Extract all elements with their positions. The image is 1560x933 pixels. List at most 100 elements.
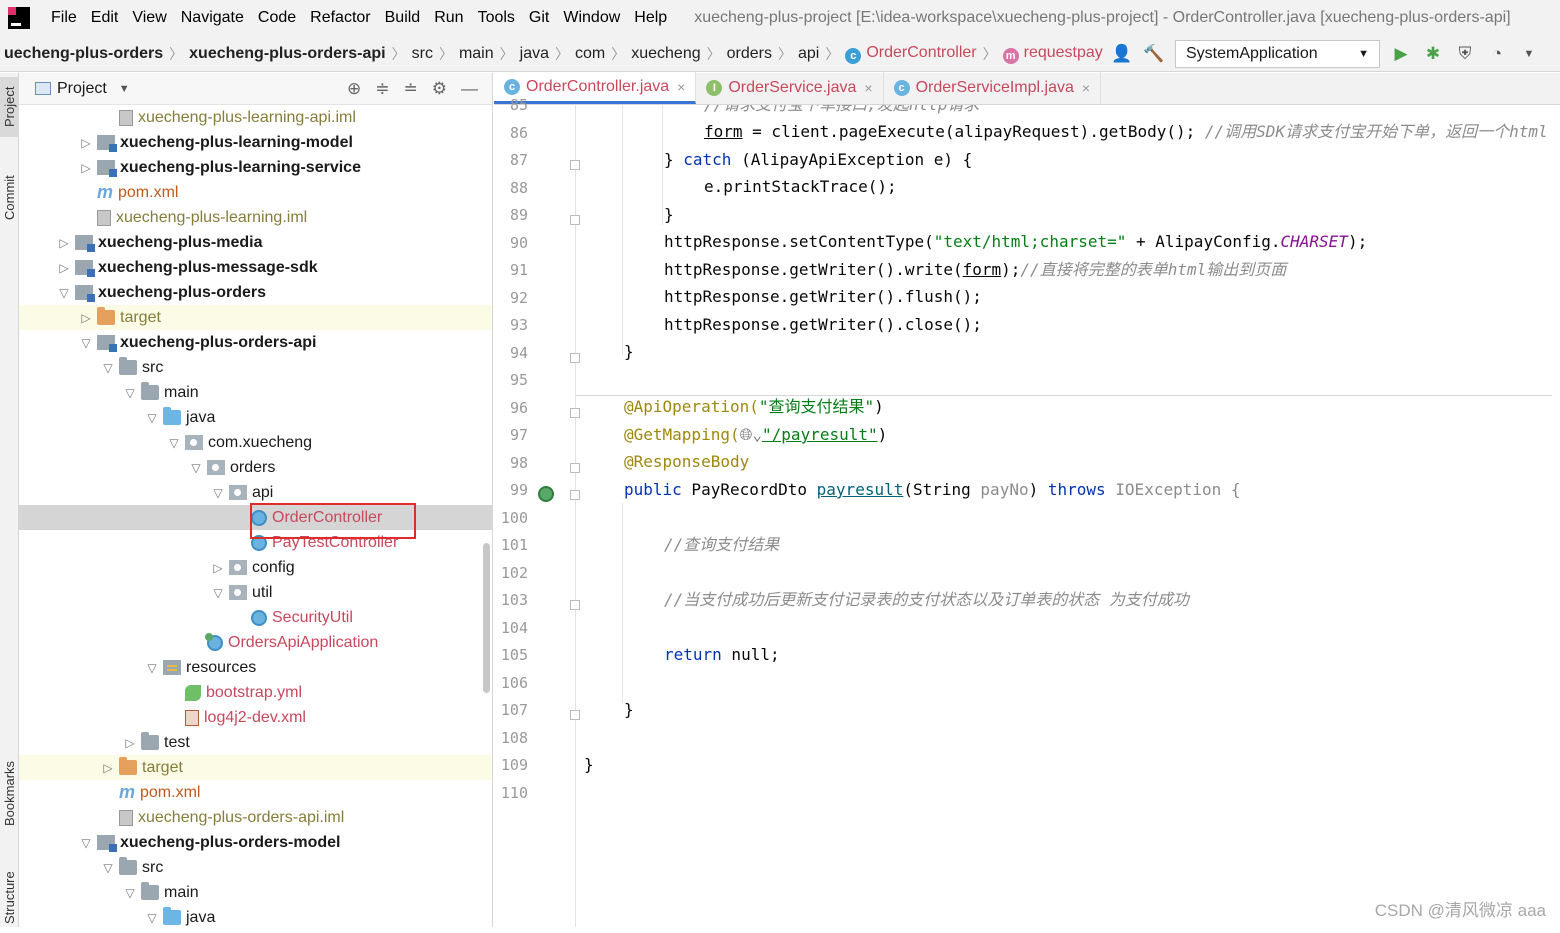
code-area[interactable]: //请求支付宝下单接口,发起http请求 form = client.pageE… bbox=[576, 105, 1560, 927]
tree-item[interactable]: ▷ config bbox=[19, 555, 492, 580]
breadcrumb-item[interactable]: xuecheng-plus-orders-api bbox=[185, 45, 389, 63]
breadcrumb-item[interactable]: xuecheng bbox=[627, 45, 704, 63]
close-icon[interactable]: × bbox=[864, 80, 872, 96]
tree-item[interactable]: ▷ xuecheng-plus-learning-model bbox=[19, 130, 492, 155]
collapse-all-icon[interactable]: ≐ bbox=[404, 79, 418, 99]
menu-edit[interactable]: Edit bbox=[84, 9, 126, 27]
chevron-down-icon[interactable]: ▽ bbox=[185, 461, 207, 475]
tab-bookmarks[interactable]: Bookmarks bbox=[0, 753, 19, 833]
tree-item[interactable]: ▽ xuecheng-plus-orders-api bbox=[19, 330, 492, 355]
chevron-down-icon[interactable]: ▽ bbox=[75, 336, 97, 350]
tree-item[interactable]: ▽ src bbox=[19, 855, 492, 880]
chevron-down-icon[interactable]: ▽ bbox=[119, 386, 141, 400]
menu-help[interactable]: Help bbox=[627, 9, 674, 27]
tab-project[interactable]: Project bbox=[0, 77, 19, 137]
hide-icon[interactable]: — bbox=[461, 79, 478, 99]
project-panel-title[interactable]: Project bbox=[57, 80, 107, 98]
chevron-down-icon[interactable]: ▽ bbox=[207, 586, 229, 600]
breadcrumb-item[interactable]: java bbox=[516, 45, 553, 63]
tab-order-service[interactable]: I OrderService.java × bbox=[696, 72, 884, 104]
tree-item[interactable]: ▽ util bbox=[19, 580, 492, 605]
chevron-right-icon[interactable]: ▷ bbox=[75, 311, 97, 325]
menu-build[interactable]: Build bbox=[378, 9, 428, 27]
request-mapping-icon[interactable] bbox=[538, 486, 554, 502]
tree-item[interactable]: ▽ xuecheng-plus-orders-model bbox=[19, 830, 492, 855]
more-chevron-icon[interactable]: ▼ bbox=[1518, 43, 1540, 65]
tree-item[interactable]: ▽ java bbox=[19, 405, 492, 430]
chevron-right-icon[interactable]: ▷ bbox=[119, 736, 141, 750]
tree-item[interactable]: ▽ java bbox=[19, 905, 492, 927]
profile-icon[interactable]: ◔ bbox=[1486, 43, 1508, 65]
chevron-down-icon[interactable]: ▽ bbox=[141, 911, 163, 925]
chevron-down-icon[interactable]: ▽ bbox=[75, 836, 97, 850]
tree-item[interactable]: ▷ target bbox=[19, 305, 492, 330]
locate-icon[interactable]: ⊕ bbox=[347, 79, 361, 99]
chevron-down-icon[interactable]: ▽ bbox=[141, 411, 163, 425]
tab-structure[interactable]: Structure bbox=[0, 863, 19, 933]
tree-item[interactable]: ▷ xuecheng-plus-learning-service bbox=[19, 155, 492, 180]
chevron-right-icon[interactable]: ▷ bbox=[53, 236, 75, 250]
close-icon[interactable]: × bbox=[1082, 80, 1090, 96]
chevron-down-icon[interactable]: ▽ bbox=[141, 661, 163, 675]
tree-item[interactable]: log4j2-dev.xml bbox=[19, 705, 492, 730]
breadcrumb-item[interactable]: orders bbox=[723, 45, 776, 63]
scrollbar[interactable] bbox=[483, 543, 490, 693]
tree-item[interactable]: xuecheng-plus-orders-api.iml bbox=[19, 805, 492, 830]
close-icon[interactable]: × bbox=[677, 79, 685, 95]
menu-navigate[interactable]: Navigate bbox=[174, 9, 251, 27]
tree-item[interactable]: SecurityUtil bbox=[19, 605, 492, 630]
tree-item[interactable]: OrdersApiApplication bbox=[19, 630, 492, 655]
tree-item[interactable]: ▽ src bbox=[19, 355, 492, 380]
tree-item[interactable]: ▽ resources bbox=[19, 655, 492, 680]
tree-item[interactable]: ▽ api bbox=[19, 480, 492, 505]
tree-item[interactable]: ▽ main bbox=[19, 880, 492, 905]
menu-git[interactable]: Git bbox=[522, 9, 556, 27]
user-icon[interactable]: 👤 bbox=[1111, 43, 1133, 65]
tree-item[interactable]: bootstrap.yml bbox=[19, 680, 492, 705]
chevron-down-icon[interactable]: ▼ bbox=[119, 83, 130, 95]
chevron-down-icon[interactable]: ▽ bbox=[97, 361, 119, 375]
breadcrumb-item[interactable]: uecheng-plus-orders bbox=[0, 45, 167, 63]
breadcrumb-item[interactable]: com bbox=[571, 45, 609, 63]
chevron-down-icon[interactable]: ▽ bbox=[119, 886, 141, 900]
tree-item[interactable]: ▽ main bbox=[19, 380, 492, 405]
chevron-right-icon[interactable]: ▷ bbox=[53, 261, 75, 275]
breadcrumb-item[interactable]: src bbox=[408, 45, 437, 63]
expand-all-icon[interactable]: ≑ bbox=[375, 79, 389, 99]
menu-file[interactable]: File bbox=[44, 9, 84, 27]
tree-item[interactable]: xuecheng-plus-learning.iml bbox=[19, 205, 492, 230]
gear-icon[interactable]: ⚙ bbox=[432, 79, 447, 99]
menu-window[interactable]: Window bbox=[556, 9, 627, 27]
globe-icon[interactable]: 🌐︎⌄ bbox=[740, 425, 762, 444]
run-icon[interactable]: ▶ bbox=[1390, 43, 1412, 65]
chevron-down-icon[interactable]: ▽ bbox=[97, 861, 119, 875]
tree-item[interactable]: m pom.xml bbox=[19, 180, 492, 205]
chevron-down-icon[interactable]: ▽ bbox=[163, 436, 185, 450]
tree-item[interactable]: ▽ com.xuecheng bbox=[19, 430, 492, 455]
tree-item[interactable]: xuecheng-plus-learning-api.iml bbox=[19, 105, 492, 130]
tree-item[interactable]: ▷ target bbox=[19, 755, 492, 780]
tree-item[interactable]: m pom.xml bbox=[19, 780, 492, 805]
tree-item[interactable]: ▷ test bbox=[19, 730, 492, 755]
hammer-icon[interactable]: 🔨 bbox=[1143, 43, 1165, 65]
tree-item[interactable]: ▷ xuecheng-plus-media bbox=[19, 230, 492, 255]
menu-tools[interactable]: Tools bbox=[471, 9, 522, 27]
breadcrumb-item[interactable]: main bbox=[455, 45, 498, 63]
debug-icon[interactable]: ✱ bbox=[1422, 43, 1444, 65]
chevron-down-icon[interactable]: ▽ bbox=[207, 486, 229, 500]
chevron-right-icon[interactable]: ▷ bbox=[97, 761, 119, 775]
breadcrumb-class[interactable]: c OrderController bbox=[841, 44, 980, 64]
menu-run[interactable]: Run bbox=[427, 9, 470, 27]
run-config-select[interactable]: SystemApplication ▼ bbox=[1175, 40, 1380, 68]
tab-commit[interactable]: Commit bbox=[0, 163, 19, 233]
chevron-right-icon[interactable]: ▷ bbox=[75, 136, 97, 150]
breadcrumb-method[interactable]: m requestpay bbox=[999, 44, 1107, 64]
menu-refactor[interactable]: Refactor bbox=[303, 9, 377, 27]
chevron-down-icon[interactable]: ▽ bbox=[53, 286, 75, 300]
coverage-icon[interactable]: ⛨ bbox=[1454, 43, 1476, 65]
tree-item[interactable]: ▷ xuecheng-plus-message-sdk bbox=[19, 255, 492, 280]
breadcrumb-item[interactable]: api bbox=[794, 45, 823, 63]
chevron-right-icon[interactable]: ▷ bbox=[207, 561, 229, 575]
menu-view[interactable]: View bbox=[125, 9, 173, 27]
tree-item[interactable]: ▽ xuecheng-plus-orders bbox=[19, 280, 492, 305]
